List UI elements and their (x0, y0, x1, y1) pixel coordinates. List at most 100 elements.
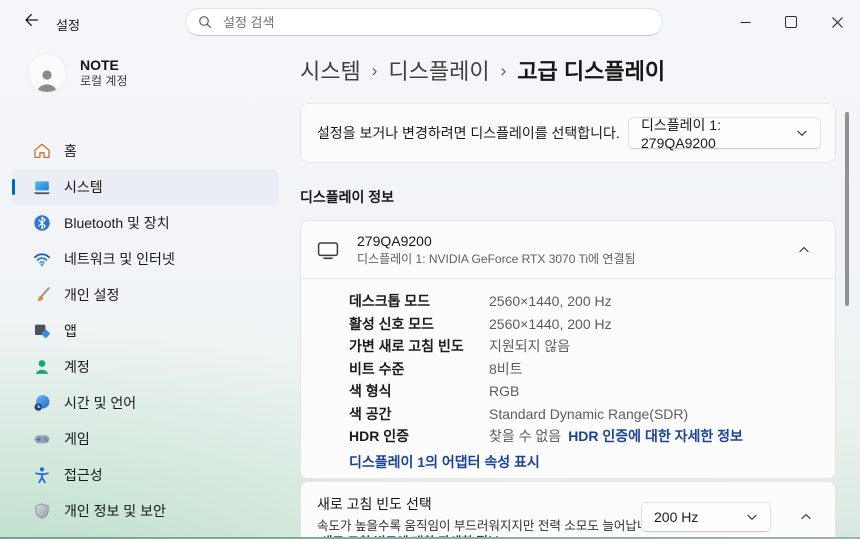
search-box[interactable] (185, 8, 663, 36)
display-info-card: 279QA9200 디스플레이 1: NVIDIA GeForce RTX 30… (300, 220, 836, 479)
device-connection: 디스플레이 1: NVIDIA GeForce RTX 3070 Ti에 연결됨 (357, 252, 636, 267)
app-title: 설정 (56, 15, 80, 34)
breadcrumb-display[interactable]: 디스플레이 (388, 54, 489, 86)
account-info[interactable]: NOTE 로컬 계정 (27, 53, 128, 93)
home-icon (33, 142, 51, 160)
info-value: 2560×1440, 200 Hz (489, 293, 612, 309)
info-row-color-format: 색 형식 RGB (349, 380, 819, 403)
info-label: 색 공간 (349, 404, 489, 424)
sidebar-item-gaming[interactable]: 게임 (12, 421, 278, 457)
info-row-variable-refresh: 가변 새로 고침 빈도 지원되지 않음 (349, 335, 819, 358)
info-label: 가변 새로 고침 빈도 (349, 336, 489, 356)
sidebar-item-privacy-security[interactable]: 개인 정보 및 보안 (12, 493, 278, 529)
search-input[interactable] (221, 14, 650, 31)
info-row-desktop-mode: 데스크톱 모드 2560×1440, 200 Hz (349, 290, 819, 313)
sidebar-item-network-internet[interactable]: 네트워크 및 인터넷 (12, 241, 278, 277)
page-title: 고급 디스플레이 (517, 54, 665, 86)
sidebar-item-label: 게임 (64, 429, 90, 449)
breadcrumb-separator: › (501, 59, 507, 81)
sidebar-nav: 홈 시스템 Bluetooth 및 장치 네트워크 및 인터넷 (12, 133, 278, 529)
hdr-certification-link[interactable]: HDR 인증에 대한 자세한 정보 (568, 426, 743, 446)
sidebar-item-label: 계정 (64, 357, 90, 377)
accounts-icon (33, 358, 51, 376)
shield-icon (33, 502, 51, 520)
info-label: 색 형식 (349, 381, 489, 401)
info-value: RGB (489, 383, 519, 399)
adapter-properties-link[interactable]: 디스플레이 1의 어댑터 속성 표시 (349, 452, 835, 472)
back-arrow-icon (23, 12, 39, 33)
refresh-rate-description: 속도가 높을수록 움직임이 부드러워지지만 전력 소모도 늘어납니다.새로 고침… (317, 518, 679, 539)
gaming-icon (33, 430, 51, 448)
sidebar-item-home[interactable]: 홈 (12, 133, 278, 169)
info-value: 지원되지 않음 (489, 336, 570, 356)
display-info-rows: 데스크톱 모드 2560×1440, 200 Hz 활성 신호 모드 2560×… (301, 279, 835, 448)
breadcrumb-separator: › (372, 59, 378, 81)
close-button[interactable] (814, 0, 860, 44)
sidebar-item-label: 접근성 (64, 465, 103, 485)
back-button[interactable] (16, 7, 46, 37)
sidebar-item-label: Bluetooth 및 장치 (64, 213, 170, 233)
window-controls (722, 0, 860, 44)
account-type: 로컬 계정 (80, 74, 128, 89)
refresh-rate-dropdown[interactable]: 200 Hz (641, 502, 771, 532)
accessibility-icon (33, 466, 51, 484)
info-row-hdr-certification: HDR 인증 찾을 수 없음 HDR 인증에 대한 자세한 정보 (349, 425, 819, 448)
apps-icon (33, 322, 51, 340)
titlebar: 설정 (0, 0, 860, 44)
maximize-button[interactable] (768, 0, 814, 44)
sidebar-item-label: 시간 및 언어 (64, 393, 136, 413)
info-row-bit-depth: 비트 수준 8비트 (349, 358, 819, 381)
info-label: HDR 인증 (349, 426, 489, 446)
refresh-rate-value: 200 Hz (654, 509, 698, 525)
vertical-scrollbar[interactable] (845, 112, 849, 306)
bluetooth-icon (33, 214, 51, 232)
info-value: 8비트 (489, 359, 523, 379)
close-icon (832, 17, 843, 28)
minimize-button[interactable] (722, 0, 768, 44)
sidebar-item-time-language[interactable]: 시간 및 언어 (12, 385, 278, 421)
info-value: 찾을 수 없음 (489, 426, 561, 446)
info-value: 2560×1440, 200 Hz (489, 316, 612, 332)
time-language-icon (33, 394, 51, 412)
display-select-value: 디스플레이 1: 279QA9200 (641, 115, 796, 151)
sidebar-item-label: 시스템 (64, 177, 103, 197)
info-row-color-space: 색 공간 Standard Dynamic Range(SDR) (349, 403, 819, 426)
main-content: 시스템 › 디스플레이 › 고급 디스플레이 설정을 보거나 변경하려면 디스플… (292, 44, 860, 539)
info-label: 데스크톱 모드 (349, 291, 489, 311)
chevron-up-icon (798, 244, 810, 256)
system-icon (33, 178, 51, 196)
sidebar-item-label: 개인 정보 및 보안 (64, 501, 166, 521)
sidebar-item-label: 네트워크 및 인터넷 (64, 249, 175, 269)
sidebar: NOTE 로컬 계정 홈 시스템 (0, 44, 292, 539)
refresh-rate-expander-button[interactable] (791, 502, 821, 532)
display-select-dropdown[interactable]: 디스플레이 1: 279QA9200 (628, 117, 821, 149)
chevron-down-icon (746, 511, 758, 523)
breadcrumb-system[interactable]: 시스템 (300, 54, 361, 86)
sidebar-item-apps[interactable]: 앱 (12, 313, 278, 349)
display-info-header: 279QA9200 디스플레이 1: NVIDIA GeForce RTX 30… (301, 221, 835, 279)
collapse-expander-button[interactable] (789, 235, 819, 265)
sidebar-item-bluetooth-devices[interactable]: Bluetooth 및 장치 (12, 205, 278, 241)
maximize-icon (785, 16, 797, 28)
refresh-rate-controls: 200 Hz (641, 502, 821, 532)
account-name: NOTE (80, 57, 128, 74)
sidebar-item-label: 개인 설정 (64, 285, 119, 305)
personalization-icon (33, 286, 51, 304)
section-title-display-info: 디스플레이 정보 (300, 187, 394, 207)
info-label: 비트 수준 (349, 359, 489, 379)
device-name: 279QA9200 (357, 233, 636, 250)
refresh-rate-card: 새로 고침 빈도 선택 속도가 높을수록 움직임이 부드러워지지만 전력 소모도… (300, 481, 836, 539)
sidebar-item-system[interactable]: 시스템 (12, 169, 278, 205)
avatar (27, 53, 67, 93)
display-select-card: 설정을 보거나 변경하려면 디스플레이를 선택합니다. 디스플레이 1: 279… (300, 103, 836, 163)
info-value: Standard Dynamic Range(SDR) (489, 406, 688, 422)
info-row-active-signal-mode: 활성 신호 모드 2560×1440, 200 Hz (349, 313, 819, 336)
sidebar-item-label: 앱 (64, 321, 77, 341)
sidebar-item-accounts[interactable]: 계정 (12, 349, 278, 385)
sidebar-item-accessibility[interactable]: 접근성 (12, 457, 278, 493)
info-label: 활성 신호 모드 (349, 314, 489, 334)
selected-accent-bar (12, 179, 15, 195)
sidebar-item-personalization[interactable]: 개인 설정 (12, 277, 278, 313)
monitor-icon (317, 240, 339, 260)
person-icon (34, 66, 60, 92)
